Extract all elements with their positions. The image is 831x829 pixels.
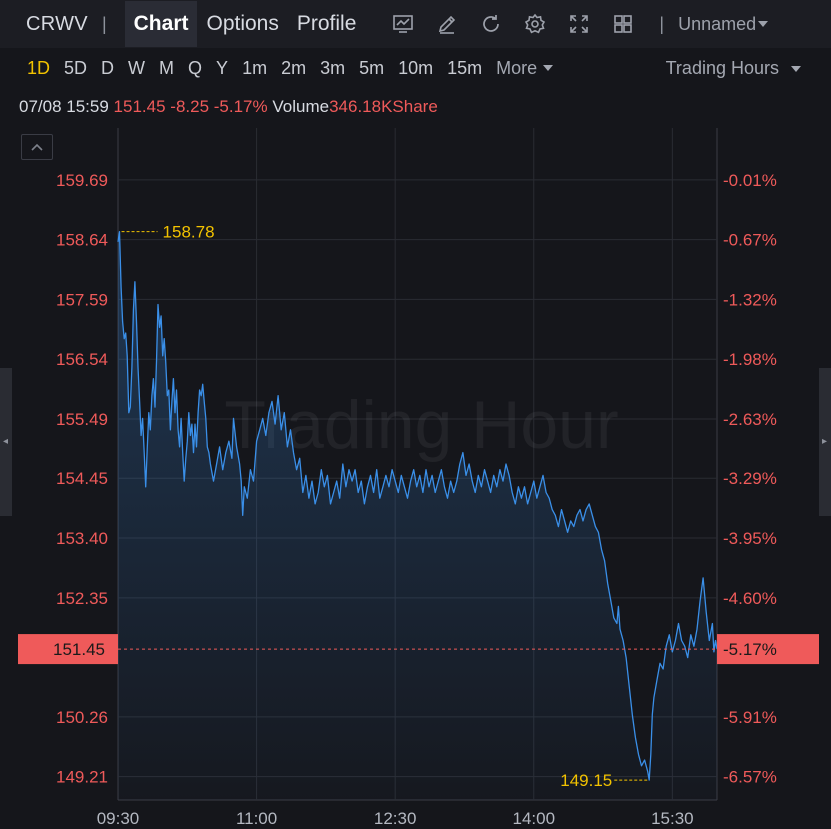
period-15m[interactable]: 15m [440, 58, 489, 79]
toolbar-separator: | [101, 13, 107, 34]
y-axis-left-label: 157.59 [56, 290, 108, 309]
period-5m[interactable]: 5m [352, 58, 391, 79]
tab-options[interactable]: Options [197, 1, 287, 47]
x-axis-label: 12:30 [374, 809, 417, 828]
y-axis-right-label: -1.98% [723, 350, 777, 369]
price-chart-area: Trading Hour 159.69 158.64 157.59 156.54 155.… [0, 128, 831, 829]
layout-name-dropdown[interactable]: Unnamed [678, 13, 769, 35]
quote-datetime: 07/08 15:59 [19, 97, 109, 116]
y-axis-left-label: 154.45 [56, 469, 108, 488]
y-axis-right-label: -3.29% [723, 469, 777, 488]
low-marker-label: 149.15 [560, 771, 612, 790]
chevron-right-icon: ▸ [822, 436, 828, 447]
left-panel-handle[interactable]: ◂ [0, 368, 12, 516]
layout-name-label: Unnamed [678, 13, 757, 34]
quote-change: -8.25 [170, 97, 210, 116]
period-q[interactable]: Q [181, 58, 209, 79]
y-axis-left-label: 158.64 [56, 231, 108, 250]
period-m[interactable]: M [152, 58, 181, 79]
quote-summary: 07/08 15:59 151.45 -8.25 -5.17% Volume34… [19, 97, 438, 117]
toolbar-separator-2: | [659, 13, 665, 34]
right-panel-handle[interactable]: ▸ [819, 368, 831, 516]
chart-tools [381, 13, 645, 35]
top-toolbar: CRWV | Chart Options Profile | Unnamed [0, 0, 831, 48]
y-axis-right-label: -3.95% [723, 529, 777, 548]
y-axis-right-label: -5.91% [723, 708, 777, 727]
chevron-up-icon [31, 143, 43, 151]
period-y[interactable]: Y [209, 58, 235, 79]
chart-indicator-icon[interactable] [392, 13, 414, 35]
x-axis-label: 09:30 [97, 809, 140, 828]
period-w[interactable]: W [121, 58, 152, 79]
more-periods-dropdown[interactable]: More [489, 58, 560, 79]
trading-hours-label: Trading Hours [665, 58, 779, 78]
period-d[interactable]: D [94, 58, 121, 79]
quote-change-pct: -5.17% [213, 97, 268, 116]
intraday-line-chart[interactable]: Trading Hour159.69158.64157.59156.54155.… [0, 128, 831, 829]
chevron-left-icon: ◂ [3, 436, 9, 447]
y-axis-right-label: -0.67% [723, 231, 777, 250]
high-marker-label: 158.78 [163, 223, 215, 242]
period-3m[interactable]: 3m [313, 58, 352, 79]
refresh-icon[interactable] [480, 13, 502, 35]
fullscreen-icon[interactable] [568, 13, 590, 35]
x-axis-label: 15:30 [651, 809, 694, 828]
y-axis-left-label: 152.35 [56, 589, 108, 608]
period-1d[interactable]: 1D [20, 58, 57, 79]
settings-gear-icon[interactable] [524, 13, 546, 35]
grid-layout-icon[interactable] [612, 13, 634, 35]
period-bar: 1D 5D D W M Q Y 1m 2m 3m 5m 10m 15m More… [0, 48, 831, 88]
volume-value: 346.18KShare [329, 97, 438, 116]
quote-price: 151.45 [113, 97, 166, 116]
tab-profile[interactable]: Profile [288, 1, 366, 47]
ticker-symbol[interactable]: CRWV [26, 13, 88, 36]
y-axis-left-label: 153.40 [56, 529, 108, 548]
collapse-button[interactable] [21, 134, 53, 160]
pencil-icon[interactable] [436, 13, 458, 35]
chevron-down-icon [791, 65, 801, 72]
volume-label: Volume [272, 97, 330, 116]
period-2m[interactable]: 2m [274, 58, 313, 79]
y-axis-right-label: -6.57% [723, 768, 777, 787]
y-axis-left-label: 149.21 [56, 768, 108, 787]
chevron-down-icon [543, 65, 554, 71]
trading-hours-dropdown[interactable]: Trading Hours [666, 58, 801, 79]
y-axis-left-label: 156.54 [56, 350, 108, 369]
x-axis-label: 14:00 [512, 809, 555, 828]
y-axis-left-label: 150.26 [56, 708, 108, 727]
last-price-badge-right-text: -5.17% [723, 640, 777, 659]
period-1m[interactable]: 1m [235, 58, 274, 79]
period-5d[interactable]: 5D [57, 58, 94, 79]
y-axis-right-label: -0.01% [723, 171, 777, 190]
y-axis-right-label: -1.32% [723, 290, 777, 309]
y-axis-left-label: 155.49 [56, 410, 108, 429]
y-axis-right-label: -4.60% [723, 589, 777, 608]
x-axis-label: 11:00 [236, 809, 277, 828]
more-label: More [496, 57, 538, 78]
y-axis-right-label: -2.63% [723, 410, 777, 429]
last-price-badge-left-text: 151.45 [53, 640, 105, 659]
chevron-down-icon [758, 21, 769, 27]
tab-chart[interactable]: Chart [124, 1, 198, 47]
y-axis-left-label: 159.69 [56, 171, 108, 190]
period-10m[interactable]: 10m [391, 58, 440, 79]
price-area-fill [118, 231, 717, 801]
